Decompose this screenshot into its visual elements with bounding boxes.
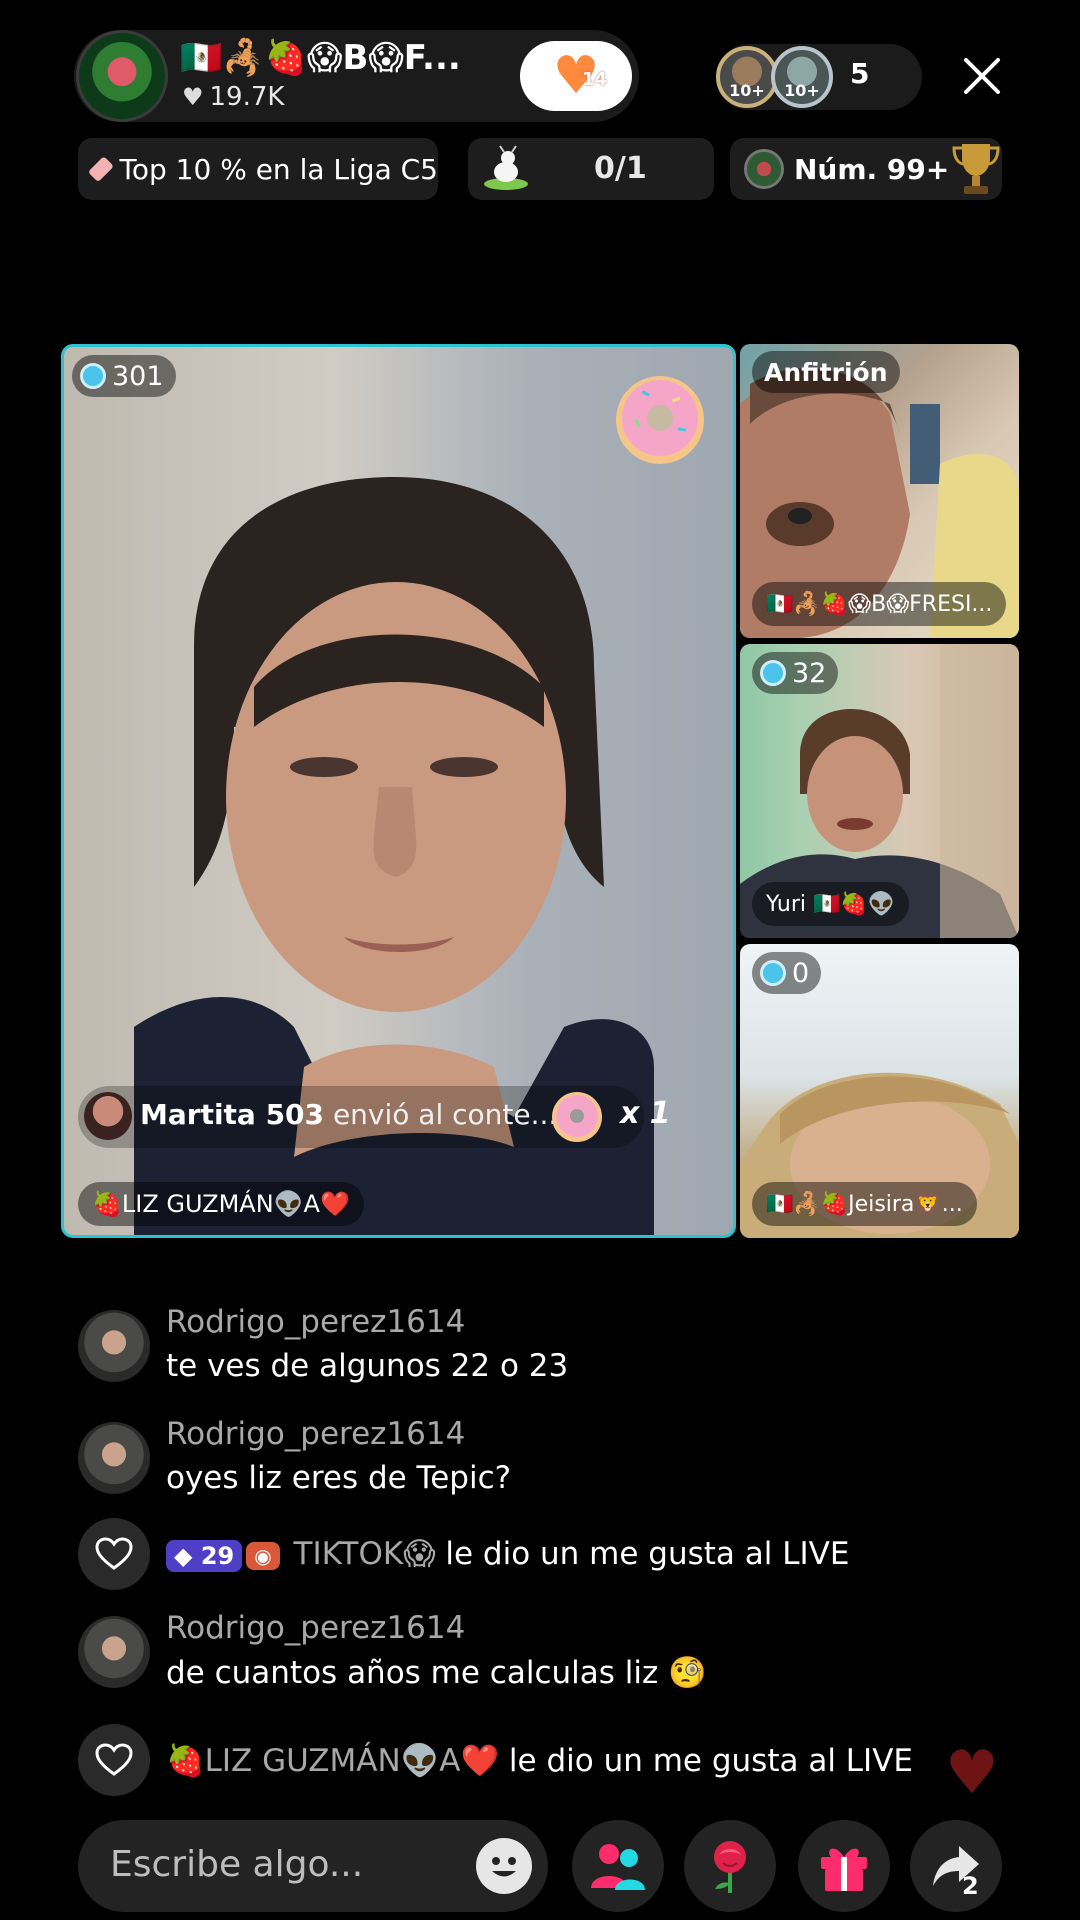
like-text: le dio un me gusta al LIVE xyxy=(508,1743,913,1779)
comment-avatar[interactable] xyxy=(78,1616,150,1688)
main-score: 301 xyxy=(112,360,164,392)
goal-count: 0/1 xyxy=(594,151,647,186)
rank-label: Núm. 99+ xyxy=(794,152,950,186)
like-text: le dio un me gusta al LIVE xyxy=(445,1536,850,1572)
comment-username[interactable]: Rodrigo_perez1614 xyxy=(166,1416,465,1452)
viewer-badge-label: 10+ xyxy=(729,81,765,100)
heart-outline-icon xyxy=(95,1537,133,1570)
comment-text: te ves de algunos 22 o 23 xyxy=(166,1348,569,1384)
viewer-count[interactable]: 5 xyxy=(850,57,869,90)
follow-count: 14 xyxy=(581,69,607,90)
close-icon[interactable] xyxy=(960,54,1004,98)
comment-avatar[interactable] xyxy=(78,1422,150,1494)
tile-2-score-pill: 32 xyxy=(752,652,839,694)
host-likes-count: 19.7K xyxy=(209,82,285,112)
score-icon xyxy=(760,960,786,986)
top-viewer-badge-2[interactable]: 10+ xyxy=(771,46,833,108)
diamond-icon xyxy=(87,156,114,182)
comment-username[interactable]: Rodrigo_perez1614 xyxy=(166,1610,465,1646)
top-viewer-badge-1[interactable]: 10+ xyxy=(716,46,778,108)
host-tag: Anfitrión xyxy=(752,351,900,393)
rose-icon xyxy=(714,1841,746,1893)
heart-outline-icon xyxy=(95,1743,133,1776)
host-name[interactable]: 🇲🇽🦂🍓😱B😱F... xyxy=(180,38,461,78)
gift-button[interactable] xyxy=(798,1820,890,1912)
like-event: 🍓LIZ GUZMÁN👽A❤️ le dio un me gusta al LI… xyxy=(166,1742,913,1779)
goat-gift-icon xyxy=(484,145,528,190)
donut-gift-icon xyxy=(616,376,704,464)
gift-sender-name: Martita 503 xyxy=(140,1098,325,1131)
gift-box-icon xyxy=(821,1848,867,1891)
like-user[interactable]: 🍓LIZ GUZMÁN👽A❤️ xyxy=(166,1743,499,1779)
guests-icon xyxy=(591,1844,645,1890)
main-score-pill: 301 xyxy=(72,355,176,397)
gift-action: envió al conte... xyxy=(332,1098,558,1131)
tile-3-name[interactable]: 🇲🇽🦂🍓Jeisira🦁... xyxy=(752,1182,977,1226)
fan-badge-icon: ◉ xyxy=(246,1541,280,1570)
follow-button[interactable]: ♥ 14 xyxy=(520,41,632,111)
comment-text: de cuantos años me calculas liz 🧐 xyxy=(166,1655,707,1691)
comment-avatar[interactable] xyxy=(78,1310,150,1382)
tile-3-score-pill: 0 xyxy=(752,952,822,994)
gift-donut-icon xyxy=(552,1092,602,1142)
share-button[interactable] xyxy=(910,1820,1002,1912)
league-label: Top 10 % en la Liga C5 xyxy=(119,152,438,186)
comment-text: oyes liz eres de Tepic? xyxy=(166,1460,512,1496)
rank-emblem-icon xyxy=(744,149,784,189)
gift-sender-avatar[interactable] xyxy=(84,1092,132,1140)
like-event: ◆ 29 ◉ TIKTOK😱 le dio un me gusta al LIVE xyxy=(166,1536,849,1572)
multi-guest-button[interactable] xyxy=(572,1820,664,1912)
comment-input-placeholder[interactable]: Escribe algo... xyxy=(110,1844,363,1885)
tile-host-name[interactable]: 🇲🇽🦂🍓😱B😱FRESI... xyxy=(752,582,1007,626)
emoji-icon[interactable] xyxy=(476,1838,532,1894)
score-icon xyxy=(80,363,106,389)
gift-message: Martita 503 envió al conte... xyxy=(140,1098,557,1131)
gem-level-badge: ◆ 29 xyxy=(166,1539,243,1572)
host-avatar[interactable] xyxy=(76,30,168,122)
like-event-icon-wrap xyxy=(78,1518,150,1590)
share-count: 2 xyxy=(962,1872,979,1900)
host-likes: ♥ 19.7K xyxy=(182,82,284,112)
gem-level: 29 xyxy=(200,1541,235,1570)
trophy-icon xyxy=(952,144,1000,194)
tile-2-score: 32 xyxy=(792,657,827,689)
tile-3-score: 0 xyxy=(792,957,810,989)
rose-gift-button[interactable] xyxy=(684,1820,776,1912)
viewer-badge-label: 10+ xyxy=(784,81,820,100)
score-icon xyxy=(760,660,786,686)
comment-username[interactable]: Rodrigo_perez1614 xyxy=(166,1304,465,1340)
like-event-icon-wrap xyxy=(78,1724,150,1796)
follow-heart-icon: ♥ 14 xyxy=(552,46,607,106)
league-chip[interactable]: Top 10 % en la Liga C5 xyxy=(78,138,438,200)
gift-multiplier: x 1 xyxy=(620,1096,671,1131)
goal-chip[interactable] xyxy=(468,138,714,200)
main-streamer-name[interactable]: 🍓LIZ GUZMÁN👽A❤️ xyxy=(78,1182,364,1226)
tile-2-name[interactable]: Yuri 🇲🇽🍓👽 xyxy=(752,882,910,926)
like-user[interactable]: TIKTOK😱 xyxy=(294,1536,436,1572)
floating-heart-icon: ♥ xyxy=(945,1738,999,1808)
heart-icon: ♥ xyxy=(182,83,204,111)
